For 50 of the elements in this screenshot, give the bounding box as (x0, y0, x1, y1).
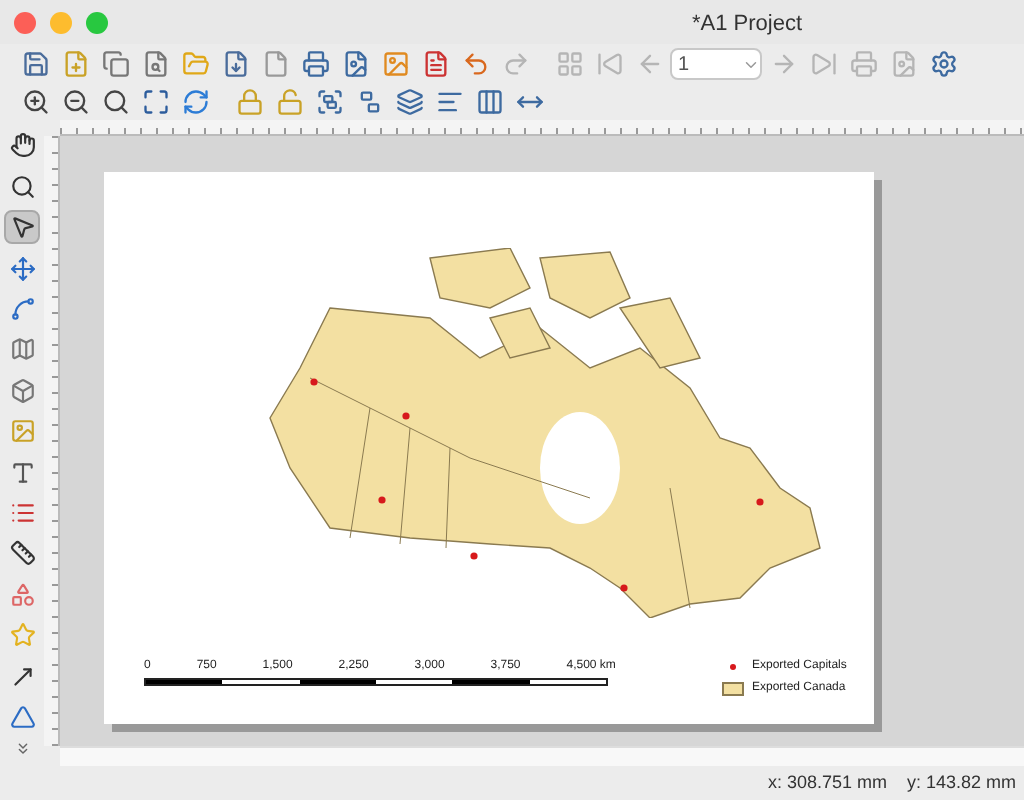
image-icon (381, 50, 409, 78)
layers-icon (395, 88, 423, 116)
image-icon (341, 50, 369, 78)
select-tool[interactable] (4, 209, 40, 245)
y-coordinate: y: 143.82 mm (906, 769, 1016, 796)
copy-icon (101, 50, 129, 78)
window-title: *A1 Project (692, 10, 803, 40)
folder-icon (181, 50, 209, 78)
file-icon (61, 50, 89, 78)
file-icon (261, 50, 289, 78)
refresh-icon (181, 88, 209, 116)
chevrons-down-icon (13, 740, 31, 759)
redo-icon (501, 50, 529, 78)
image-icon (9, 418, 35, 445)
align-icon (435, 88, 463, 116)
search-icon (101, 88, 129, 116)
undo-icon (461, 50, 489, 78)
columns-icon (475, 88, 503, 116)
zoom-out-icon (61, 88, 89, 116)
settings-icon (929, 50, 957, 78)
star-icon (9, 622, 35, 649)
lock-icon (235, 88, 263, 116)
file-icon (141, 50, 169, 78)
skip-back-icon (595, 50, 623, 78)
magnifier-icon (9, 173, 35, 200)
x-coordinate: x: 308.751 mm (767, 769, 887, 796)
hand-icon (9, 132, 35, 159)
box-icon (9, 377, 35, 404)
ungroup-icon (355, 88, 383, 116)
unlock-icon (275, 88, 303, 116)
list-icon (9, 500, 35, 527)
arrow-icon (9, 663, 35, 690)
skip-forward-icon (809, 50, 837, 78)
nodes-icon (9, 295, 35, 322)
printer-icon (301, 50, 329, 78)
file-icon (421, 50, 449, 78)
close-button[interactable] (14, 11, 36, 33)
printer-icon (849, 50, 877, 78)
shapes-icon (9, 581, 35, 608)
group-icon (315, 88, 343, 116)
triangle-icon (9, 704, 35, 731)
grid-icon (555, 50, 583, 78)
image-icon (889, 50, 917, 78)
move-icon (9, 255, 35, 282)
pointer-icon (9, 214, 35, 241)
zoom-in-icon (21, 88, 49, 116)
ruler-icon (9, 540, 35, 567)
map-icon (9, 336, 35, 363)
text-icon (9, 459, 35, 486)
maximize-icon (141, 88, 169, 116)
